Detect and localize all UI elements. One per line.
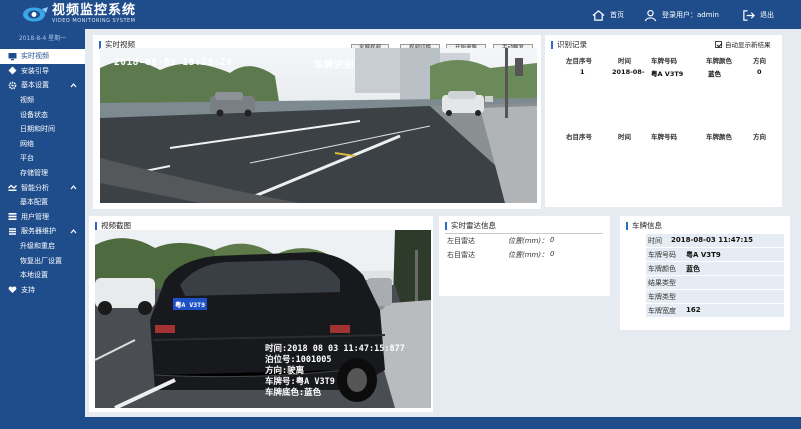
right-radar-pos-label: 位置(mm)： (508, 251, 549, 259)
users-icon (8, 213, 17, 221)
right-radar-label: 右目雷达 (447, 251, 475, 259)
plate-info-row-plate-type: 车牌类型 (646, 290, 784, 303)
sidebar-item-basic-config[interactable]: 基本配置 (0, 195, 85, 210)
home-label: 首页 (610, 11, 624, 19)
col-plate-number: 车牌号码 (651, 57, 677, 65)
server-icon (9, 228, 16, 235)
col-time: 时间 (618, 57, 631, 65)
date-display: 2018-8-4 星期一 (18, 35, 67, 42)
col-plate-color: 车牌颜色 (706, 57, 732, 65)
auto-show-checkbox[interactable] (715, 40, 722, 48)
sidebar-item-basic-settings[interactable]: 基本设置 (0, 78, 85, 93)
divider (445, 233, 603, 234)
monitor-icon (8, 52, 17, 60)
chevron-up-icon (70, 83, 77, 88)
logout-icon (743, 9, 755, 21)
logo-icon (23, 7, 48, 22)
sidebar-item-server-maintenance[interactable]: 服务器维护 (0, 224, 85, 239)
sidebar-item-video[interactable]: 视频 (0, 93, 85, 108)
sidebar-item-device-status[interactable]: 设备状态 (0, 107, 85, 122)
guide-icon (8, 66, 17, 75)
plate-info-row-plate-number: 车牌号码 粤A V3T9 (646, 248, 784, 261)
auto-show-toggle[interactable]: 自动显示新结果 (715, 39, 771, 49)
logout-label: 退出 (760, 11, 774, 19)
col-plate-color-right: 车牌颜色 (706, 133, 732, 141)
snapshot-plate-tag: 粤A V3T9 (173, 298, 207, 310)
footer-bar (0, 417, 801, 429)
user-icon (644, 9, 657, 21)
analysis-icon (8, 184, 17, 192)
user-info: 登录用户：admin (644, 8, 719, 22)
home-icon (592, 9, 605, 21)
plate-info-row-plate-color: 车牌颜色 蓝色 (646, 262, 784, 275)
plate-info-row-plate-width: 车牌宽度 162 (646, 304, 784, 317)
home-link[interactable]: 首页 (592, 8, 624, 22)
logout-link[interactable]: 退出 (742, 8, 774, 22)
top-header: 视频监控系统 VIDEO MONITORING SYSTEM 首页 登录用户：a… (0, 0, 801, 29)
plate-info-title: 车牌信息 (626, 220, 662, 231)
sidebar-item-factory-reset[interactable]: 恢复出厂设置 (0, 253, 85, 268)
sidebar-item-datetime[interactable]: 日期和时间 (0, 122, 85, 137)
sidebar-item-smart-analysis[interactable]: 智能分析 (0, 180, 85, 195)
left-radar-value: 0 (550, 236, 555, 244)
sidebar-item-live-video[interactable]: 实时视频 (0, 49, 85, 64)
sidebar-item-install-guide[interactable]: 安装引导 (0, 64, 85, 79)
heart-icon (8, 286, 17, 294)
sidebar-item-local-settings[interactable]: 本地设置 (0, 268, 85, 283)
radar-title: 实时雷达信息 (445, 220, 496, 231)
left-radar-pos-label: 位置(mm)： (508, 237, 549, 245)
app-subtitle: VIDEO MONITORING SYSTEM (52, 18, 136, 24)
snapshot-overlay-text: 时间:2018 08 03 11:47:15:877 泊位号:1001005 方… (265, 344, 405, 398)
sidebar-item-platform[interactable]: 平台 (0, 151, 85, 166)
app-title: 视频监控系统 (52, 3, 137, 18)
gear-icon (8, 81, 17, 90)
col-plate-number-right: 车牌号码 (651, 133, 677, 141)
chevron-up-icon (70, 185, 77, 190)
col-direction: 方向 (753, 57, 766, 65)
live-video-feed[interactable]: 2018-08-03 13:23:24 车牌识别 (100, 48, 537, 203)
chevron-up-icon (70, 229, 77, 234)
video-timestamp: 2018-08-03 13:23:24 (114, 57, 233, 68)
sidebar-item-network[interactable]: 网络 (0, 137, 85, 152)
col-left-index: 左目序号 (566, 57, 592, 65)
user-label: 登录用户：admin (662, 11, 719, 19)
right-radar-value: 0 (550, 250, 555, 258)
sidebar-item-user-management[interactable]: 用户管理 (0, 210, 85, 225)
col-direction-right: 方向 (753, 133, 766, 141)
sidebar-item-upgrade-reboot[interactable]: 升级和重启 (0, 239, 85, 254)
snapshot-image[interactable]: 粤A V3T9 时间:2018 08 03 11:47:15:877 泊位号:1… (95, 230, 431, 408)
sidebar-item-support[interactable]: 支持 (0, 283, 85, 298)
col-time-right: 时间 (618, 133, 631, 141)
street-scene-image (100, 48, 537, 203)
col-right-index: 右目序号 (566, 133, 592, 141)
plate-info-row-time: 时间 2018-08-03 11:47:15 (646, 234, 784, 247)
left-radar-label: 左目雷达 (447, 237, 475, 245)
auto-show-label: 自动显示新结果 (725, 41, 771, 49)
sidebar-item-storage[interactable]: 存储管理 (0, 166, 85, 181)
brand: 视频监控系统 VIDEO MONITORING SYSTEM (52, 4, 136, 24)
video-overlay-text: 车牌识别 (314, 60, 355, 71)
sidebar: 2018-8-4 星期一 实时视频 安装引导 基本设置 视频 设备状态 日期和时… (0, 29, 85, 417)
plate-info-row-result-type: 结果类型 (646, 276, 784, 289)
records-title: 识别记录 (551, 39, 587, 50)
